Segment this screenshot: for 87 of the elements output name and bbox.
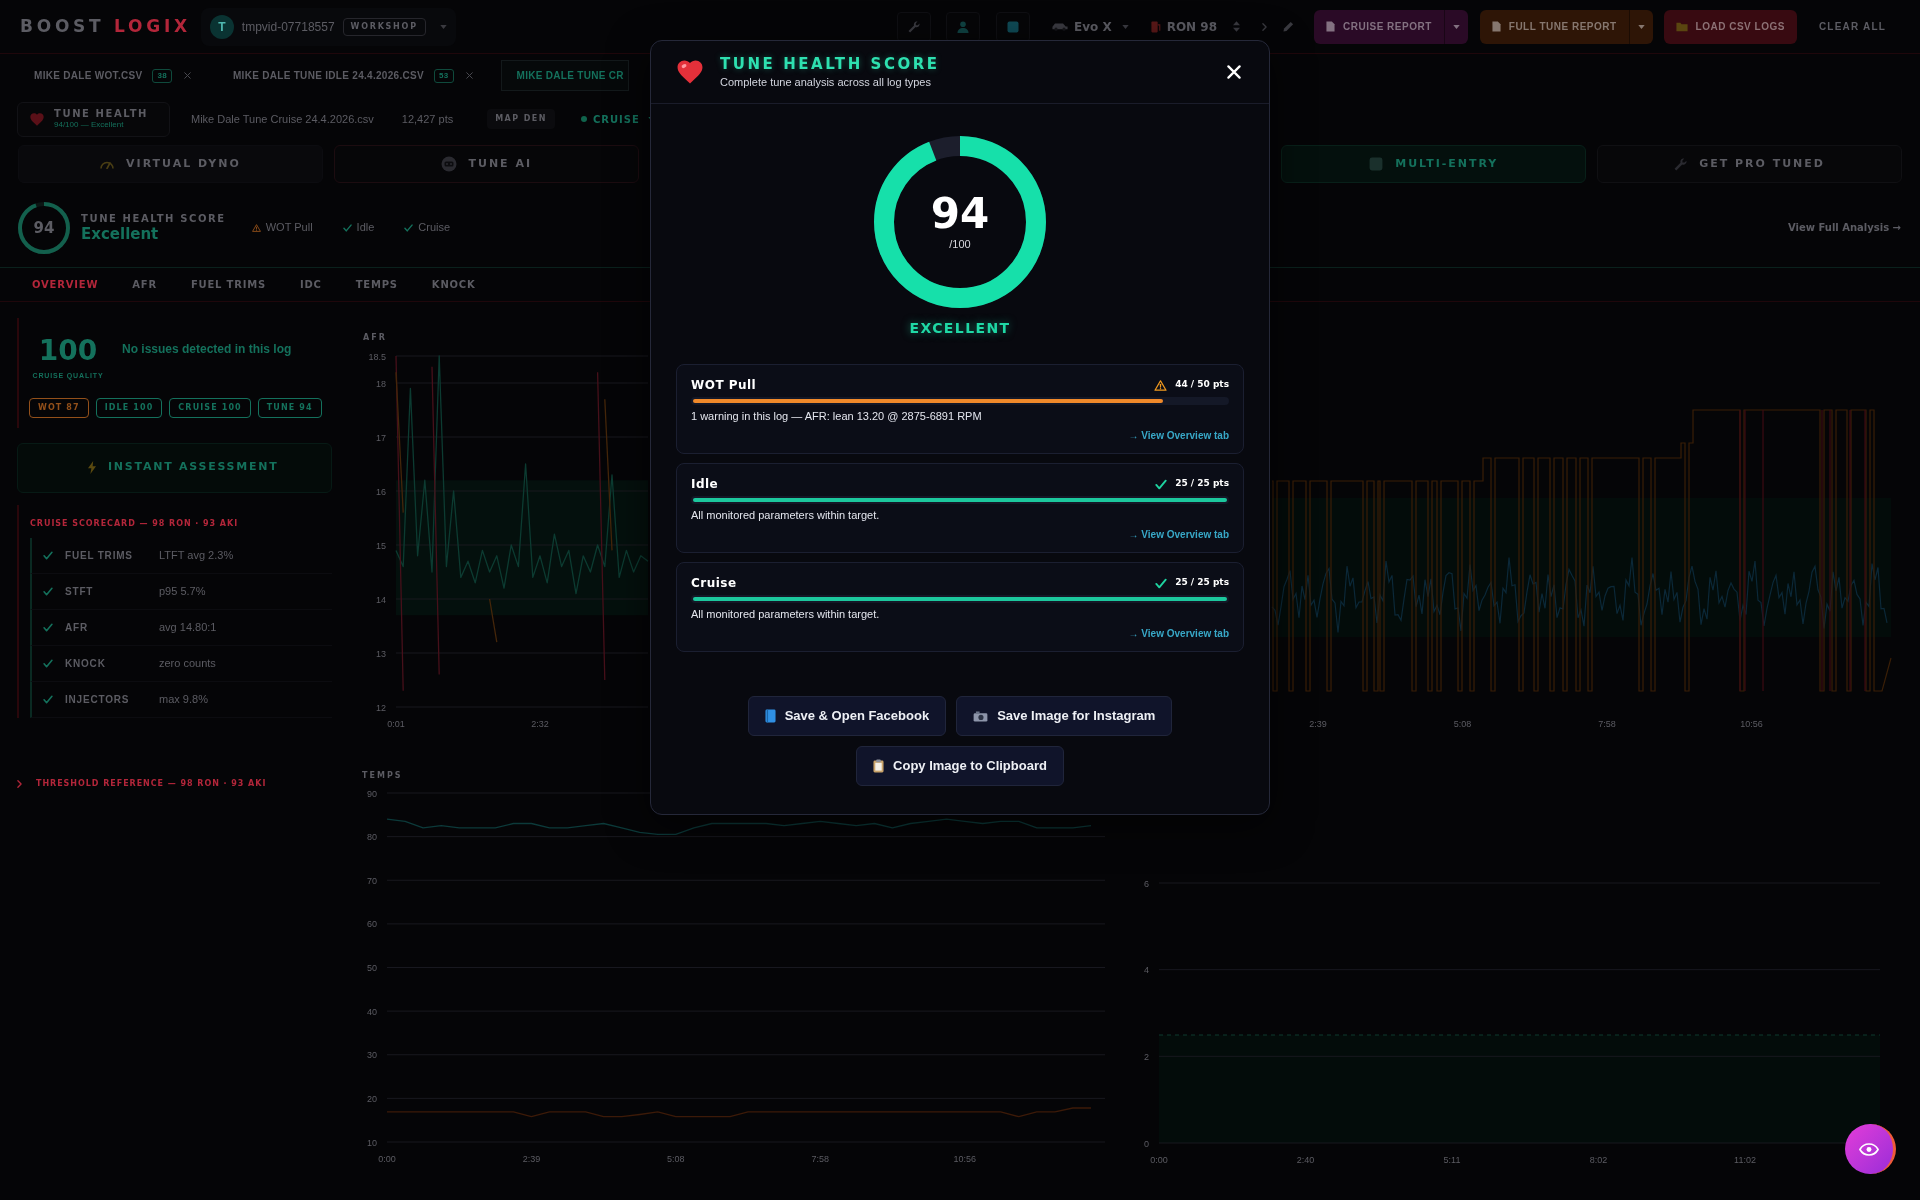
- axis-tick-label: 8:02: [1589, 1155, 1608, 1165]
- file-name: Mike Dale Tune Cruise 24.4.2026.csv: [191, 111, 374, 127]
- axis-tick-label: 16: [376, 486, 386, 497]
- axis-tick-label: 5:08: [1453, 719, 1472, 729]
- axis-tick-label: 2:39: [522, 1154, 541, 1164]
- axis-tick-label: 10:56: [953, 1154, 976, 1164]
- axis-tick-label: 2:32: [531, 719, 549, 729]
- username: tmpvid-07718557: [241, 18, 335, 36]
- log-title: WOT Pull: [691, 377, 757, 394]
- axis-tick-label: 14: [376, 594, 386, 605]
- avatar: T: [209, 14, 234, 39]
- axis-tick-label: 30: [367, 1050, 377, 1061]
- axis-tick-label: 13: [376, 648, 386, 659]
- count-badge: 38: [152, 68, 172, 83]
- log-message: All monitored parameters within target.: [691, 608, 881, 621]
- card-subtitle: 94/100 — Excellent: [54, 120, 125, 130]
- chart-title: TEMPS: [362, 771, 403, 780]
- score-chip: WOT 87: [29, 397, 89, 418]
- dialog-title: TUNE HEALTH SCORE: [720, 55, 940, 73]
- score-value: 94: [33, 219, 55, 236]
- metric-value: zero counts: [159, 655, 216, 671]
- axis-tick-label: 0:00: [378, 1154, 396, 1164]
- axis-tick-label: 10:56: [1740, 719, 1763, 729]
- metric-value: p95 5.7%: [159, 583, 206, 599]
- axis-tick-label: 0:01: [387, 719, 405, 729]
- axis-tick-label: 80: [367, 832, 377, 843]
- axis-tick-label: 2:39: [1309, 719, 1327, 729]
- metric-label: FUEL TRIMS: [65, 548, 134, 563]
- dialog-subtitle: Complete tune analysis across all log types: [720, 75, 932, 89]
- card-title: TUNE HEALTH: [54, 108, 149, 120]
- metric-value: LTFT avg 2.3%: [159, 547, 234, 563]
- log-message: All monitored parameters within target.: [691, 509, 881, 522]
- axis-tick-label: 10: [367, 1137, 377, 1148]
- axis-tick-label: 50: [367, 963, 377, 973]
- metric-value: max 9.8%: [159, 691, 208, 707]
- axis-tick-label: 0:00: [1150, 1155, 1168, 1165]
- score-chip: IDLE 100: [95, 397, 163, 418]
- log-points: 25 / 25 pts: [1175, 576, 1229, 590]
- axis-tick-label: 5:08: [667, 1154, 685, 1164]
- axis-tick-label: 0: [1144, 1138, 1149, 1149]
- log-title: Cruise: [691, 575, 737, 592]
- axis-tick-label: 6: [1144, 878, 1149, 889]
- axis-tick-label: 5:11: [1443, 1155, 1461, 1165]
- log-title: Idle: [691, 476, 719, 493]
- log-label: Cruise: [418, 220, 451, 236]
- score-title: TUNE HEALTH SCORE: [81, 212, 226, 225]
- metric-label: KNOCK: [65, 656, 107, 671]
- quality-score: 100: [38, 338, 98, 364]
- axis-tick-label: 20: [367, 1093, 377, 1104]
- axis-tick-label: 18: [376, 378, 386, 389]
- axis-tick-label: 2: [1144, 1051, 1149, 1062]
- axis-tick-label: 90: [367, 788, 377, 799]
- score-max: /100: [949, 238, 971, 250]
- point-count: 12,427 pts: [401, 111, 454, 127]
- axis-tick-label: 7:58: [811, 1154, 829, 1164]
- log-points: 44 / 50 pts: [1175, 378, 1229, 392]
- score-value: 94: [930, 194, 990, 234]
- section-title: CRUISE SCORECARD — 98 RON · 93 AKI: [30, 518, 240, 529]
- axis-tick-label: 12: [376, 702, 386, 713]
- axis-tick-label: 15: [376, 540, 386, 551]
- role-badge: WORKSHOP: [342, 17, 426, 36]
- axis-tick-label: 4: [1144, 965, 1149, 976]
- log-message: 1 warning in this log — AFR: lean 13.20 @ 2875-6891 RPM: [691, 410, 983, 423]
- metric-label: INJECTORS: [65, 692, 131, 707]
- axis-tick-label: 40: [367, 1006, 377, 1017]
- metric-label: AFR: [65, 620, 89, 635]
- log-label: Idle: [356, 220, 375, 236]
- headline: No issues detected in this log: [122, 341, 292, 358]
- rating-label: EXCELLENT: [909, 320, 1011, 337]
- axis-tick-label: 70: [367, 875, 377, 886]
- axis-tick-label: 17: [376, 432, 386, 443]
- metric-value: avg 14.80:1: [159, 619, 217, 635]
- score-chip: TUNE 94: [257, 397, 322, 418]
- axis-tick-label: 60: [367, 919, 377, 930]
- metric-label: STFT: [65, 584, 95, 599]
- app-logo: BOOST LOGIX: [20, 14, 191, 38]
- log-points: 25 / 25 pts: [1175, 477, 1229, 491]
- score-rating: Excellent: [81, 225, 160, 243]
- axis-tick-label: 2:40: [1296, 1155, 1315, 1165]
- count-badge: 53: [434, 68, 454, 83]
- score-chip: CRUISE 100: [169, 397, 251, 418]
- axis-tick-label: 11:02: [1734, 1155, 1756, 1165]
- axis-tick-label: 7:58: [1598, 719, 1616, 729]
- log-label: WOT Pull: [265, 220, 313, 236]
- chart-title: AFR: [363, 333, 387, 342]
- axis-tick-label: 18.5: [368, 351, 386, 362]
- map-badge: MAP DEN: [487, 109, 555, 129]
